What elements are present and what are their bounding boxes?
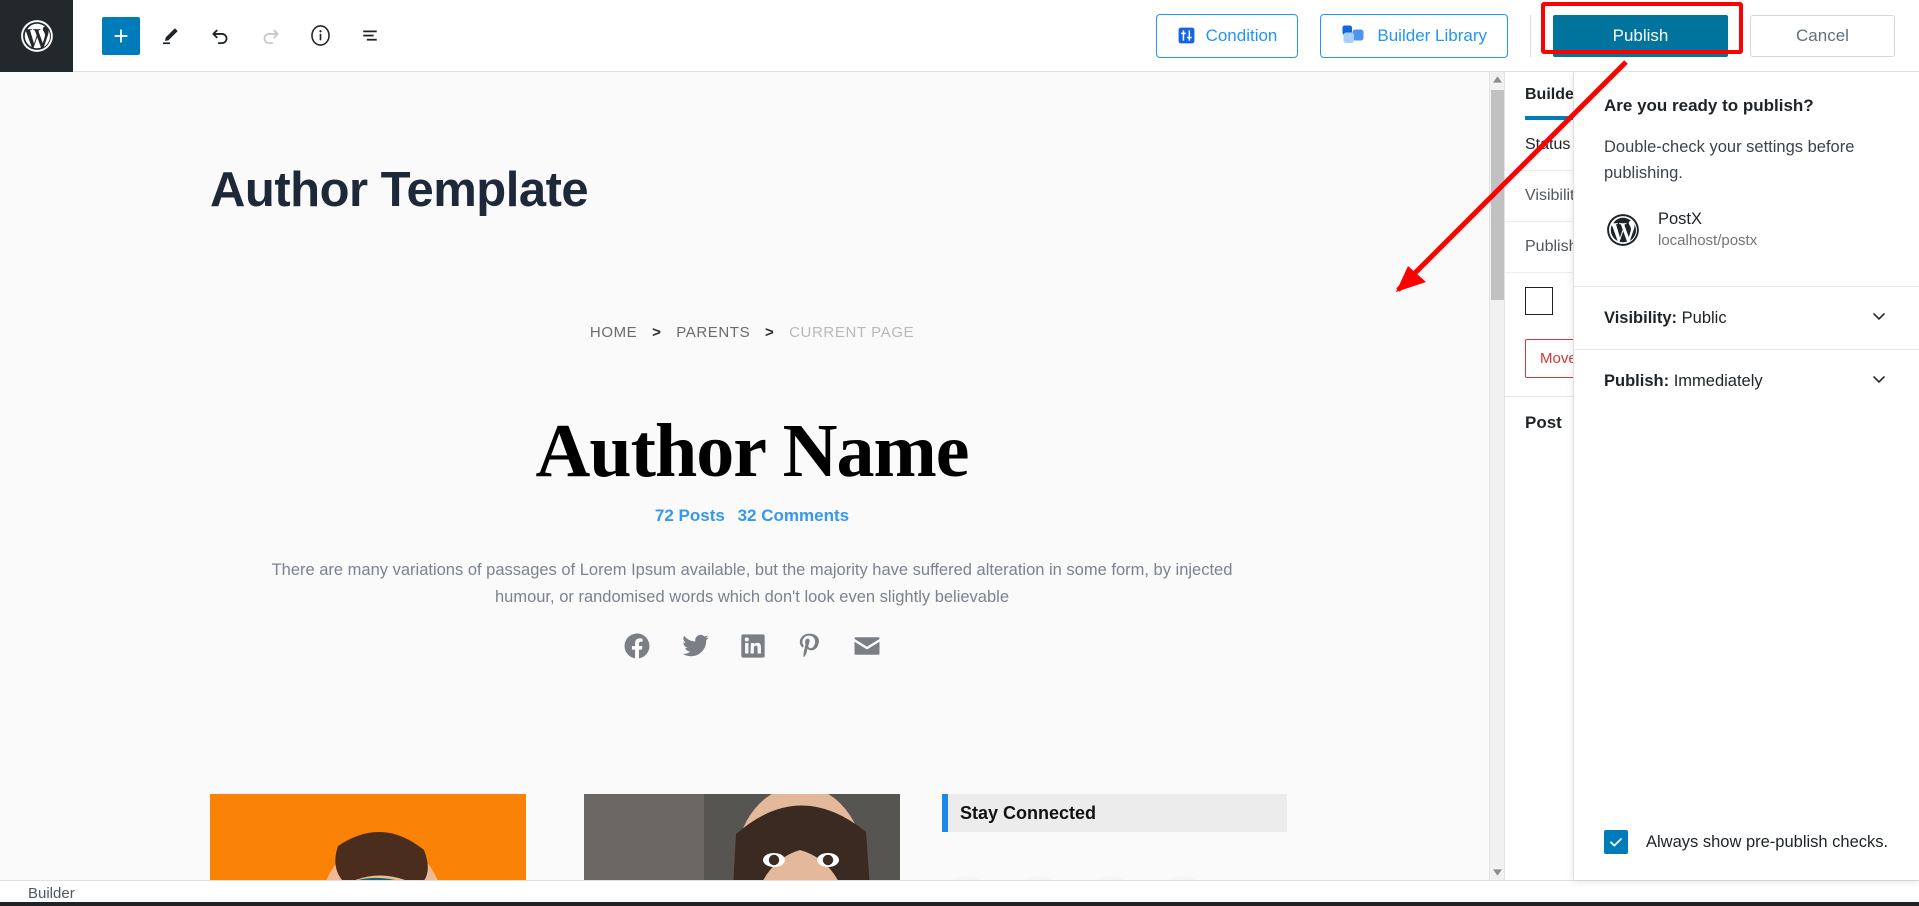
always-show-checks-checkbox[interactable]: [1604, 830, 1628, 854]
condition-label: Condition: [1205, 25, 1278, 45]
pre-publish-header: Are you ready to publish? Double-check y…: [1574, 72, 1919, 286]
toolbar-right-actions: Condition Builder Library Publish Cancel: [1155, 0, 1919, 72]
list-view-button[interactable]: [350, 16, 390, 56]
author-comments-count[interactable]: 32 Comments: [738, 506, 849, 525]
breadcrumb-separator: >: [764, 324, 775, 341]
breadcrumb-separator: >: [652, 324, 662, 341]
author-name: Author Name: [535, 409, 969, 493]
visibility-label: Visibility:: [1604, 308, 1678, 327]
visibility-row[interactable]: Visibility: Public: [1574, 286, 1919, 349]
site-url: localhost/postx: [1658, 232, 1758, 249]
site-summary: PostX localhost/postx: [1604, 208, 1889, 276]
publish-label-wrap: Publish: Immediately: [1604, 372, 1763, 391]
undo-button[interactable]: [200, 16, 240, 56]
author-social-links: [0, 630, 1504, 661]
stay-connected-widget: Stay Connected: [942, 794, 1287, 880]
post-thumbnail-portrait[interactable]: [584, 794, 900, 880]
widget-title: Stay Connected: [960, 802, 1097, 823]
builder-library-label: Builder Library: [1377, 25, 1487, 45]
bottom-status-label: Builder: [28, 885, 75, 902]
canvas-scrollbar[interactable]: [1489, 72, 1505, 880]
chevron-down-icon[interactable]: [1869, 369, 1889, 394]
breadcrumb: HOME > PARENTS > CURRENT PAGE: [0, 324, 1504, 341]
pre-publish-footer: Always show pre-publish checks.: [1574, 830, 1919, 880]
publish-schedule-row[interactable]: Publish: Immediately: [1574, 349, 1919, 412]
pinterest-icon[interactable]: [795, 631, 824, 660]
pre-publish-question: Are you ready to publish?: [1604, 96, 1814, 115]
editor-top-toolbar: Condition Builder Library Publish Cancel: [0, 0, 1919, 72]
publish-area: Publish Cancel: [1541, 1, 1895, 57]
builder-library-button[interactable]: Builder Library: [1320, 13, 1508, 58]
always-show-checks-label: Always show pre-publish checks.: [1646, 832, 1889, 851]
publish-value: Immediately: [1673, 371, 1763, 390]
linkedin-icon[interactable]: [739, 632, 767, 660]
breadcrumb-item-current: CURRENT PAGE: [789, 324, 915, 341]
wordpress-logo-icon: [1604, 211, 1642, 249]
layers-icon: [1341, 24, 1367, 47]
breadcrumb-item-home[interactable]: HOME: [590, 324, 637, 341]
site-name: PostX: [1658, 210, 1703, 228]
cancel-button[interactable]: Cancel: [1750, 14, 1895, 57]
widget-header: Stay Connected: [942, 794, 1287, 832]
redo-button[interactable]: [250, 16, 290, 56]
info-circle-button[interactable]: [300, 16, 340, 56]
twitter-icon[interactable]: [680, 630, 711, 661]
pre-publish-panel: Are you ready to publish? Double-check y…: [1573, 72, 1919, 880]
toolbar-divider: [1530, 14, 1531, 57]
chevron-down-icon[interactable]: [1869, 306, 1889, 331]
toolbar-left-tools: [73, 16, 390, 56]
publish-button[interactable]: Publish: [1553, 14, 1728, 57]
breadcrumb-item-parents[interactable]: PARENTS: [676, 324, 750, 341]
editor-canvas[interactable]: Author Template HOME > PARENTS > CURRENT…: [0, 72, 1504, 880]
author-posts-count[interactable]: 72 Posts: [655, 506, 725, 525]
sidebar-checkbox[interactable]: [1525, 287, 1553, 315]
visibility-value: Public: [1681, 308, 1727, 327]
facebook-icon[interactable]: [622, 631, 652, 661]
scrollbar-thumb[interactable]: [1491, 90, 1504, 300]
email-icon[interactable]: [852, 631, 882, 661]
site-info: PostX localhost/postx: [1658, 208, 1757, 252]
author-description: There are many variations of passages of…: [271, 560, 1233, 606]
os-taskbar: [0, 902, 1919, 906]
publish-label: Publish:: [1604, 371, 1670, 390]
visibility-label-wrap: Visibility: Public: [1604, 309, 1727, 328]
scroll-up-arrow-icon[interactable]: [1490, 72, 1505, 87]
condition-icon: [1177, 26, 1196, 45]
add-block-button[interactable]: [102, 16, 140, 55]
condition-button[interactable]: Condition: [1155, 13, 1299, 58]
post-thumbnail-orange[interactable]: [210, 794, 526, 880]
wordpress-logo-icon[interactable]: [0, 0, 73, 72]
author-meta: 72 Posts 32 Comments: [0, 506, 1504, 526]
pre-publish-subtitle: Double-check your settings before publis…: [1604, 138, 1855, 182]
edit-pencil-button[interactable]: [150, 16, 190, 56]
wordpress-block-editor: Condition Builder Library Publish Cancel: [0, 0, 1919, 906]
page-title: Author Template: [210, 163, 589, 217]
scroll-down-arrow-icon[interactable]: [1490, 865, 1505, 880]
